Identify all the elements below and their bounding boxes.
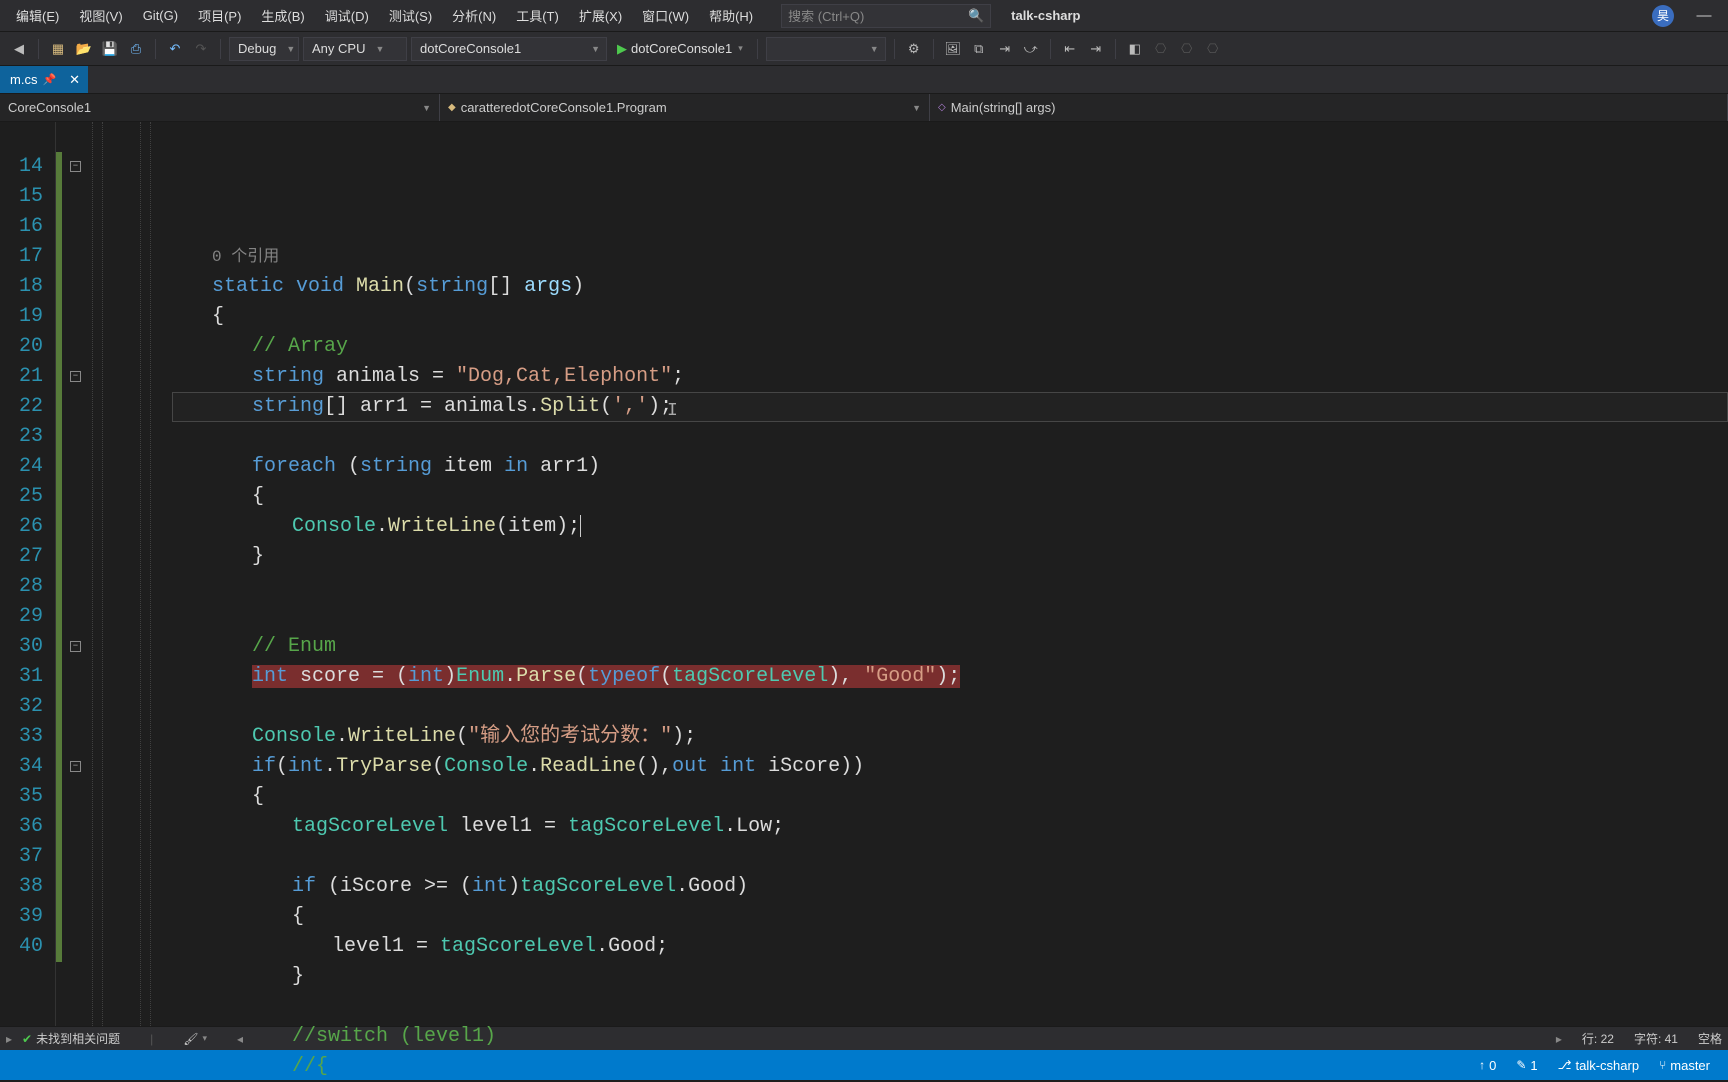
class-icon: ◆ (448, 102, 456, 113)
code-line[interactable]: } (172, 962, 1728, 992)
menubar: 编辑(E)视图(V)Git(G)项目(P)生成(B)调试(D)测试(S)分析(N… (0, 0, 1728, 32)
code-line[interactable]: // Enum (172, 632, 1728, 662)
fold-toggle[interactable]: − (70, 641, 81, 652)
startup-project-combo[interactable]: dotCoreConsole1▼ (411, 37, 607, 61)
tool-icon-4[interactable]: ⎔ (1201, 37, 1225, 61)
platform-combo[interactable]: Any CPU▼ (303, 37, 407, 61)
info-arrow-icon[interactable]: ▸ (6, 1032, 12, 1046)
tool-icon-2[interactable]: ⎔ (1149, 37, 1173, 61)
fold-column: − − − − (62, 122, 92, 1026)
solution-name: talk-csharp (1011, 8, 1080, 23)
indent-right-icon[interactable]: ⇥ (1084, 37, 1108, 61)
bookmark-icon[interactable]: ◧ (1123, 37, 1147, 61)
indent-guides (92, 122, 172, 1026)
tab-filename: m.cs (10, 72, 37, 87)
code-line[interactable]: Console.WriteLine(item); (172, 512, 1728, 542)
back-button[interactable]: ◀ (7, 37, 31, 61)
process-combo[interactable]: ▼ (766, 37, 886, 61)
project-nav[interactable]: CoreConsole1▼ (0, 94, 440, 121)
text-cursor-icon: I (667, 396, 678, 426)
menu-item[interactable]: 分析(N) (442, 0, 506, 31)
code-line[interactable] (172, 602, 1728, 632)
code-line[interactable]: string[] arr1 = animals.Split(','); (172, 392, 1728, 422)
menu-item[interactable]: 项目(P) (188, 0, 251, 31)
code-line[interactable]: //switch (level1) (172, 1022, 1728, 1052)
code-line[interactable]: // Array (172, 332, 1728, 362)
method-icon: ◇ (938, 102, 946, 113)
code-line[interactable] (172, 842, 1728, 872)
code-line[interactable]: if(int.TryParse(Console.ReadLine(),out i… (172, 752, 1728, 782)
pin-icon[interactable]: 📌 (42, 73, 56, 86)
code-line[interactable]: { (172, 782, 1728, 812)
search-box[interactable]: 搜索 (Ctrl+Q) 🔍 (781, 4, 991, 28)
method-nav[interactable]: ◇ Main(string[] args) (930, 94, 1728, 121)
menu-item[interactable]: 视图(V) (69, 0, 132, 31)
code-line[interactable] (172, 572, 1728, 602)
menu-item[interactable]: 帮助(H) (699, 0, 763, 31)
step-over-icon[interactable]: ⤻ (1019, 37, 1043, 61)
layout-icon[interactable]: ⧉ (967, 37, 991, 61)
code-line[interactable]: { (172, 902, 1728, 932)
fold-toggle[interactable]: − (70, 761, 81, 772)
undo-button[interactable]: ↶ (163, 37, 187, 61)
saveall-button[interactable]: ⎙ (124, 37, 148, 61)
image-icon[interactable]: 🖼 (941, 37, 965, 61)
fold-toggle[interactable]: − (70, 161, 81, 172)
config-combo[interactable]: Debug▼ (229, 37, 299, 61)
menu-item[interactable]: 窗口(W) (632, 0, 699, 31)
tool-icon-3[interactable]: ⎔ (1175, 37, 1199, 61)
menu-item[interactable]: Git(G) (133, 0, 188, 31)
code-line[interactable]: { (172, 302, 1728, 332)
tool-icon-1[interactable]: ⚙ (902, 37, 926, 61)
code-line[interactable]: 0 个引用 (172, 242, 1728, 272)
code-line[interactable]: int score = (int)Enum.Parse(typeof(tagSc… (172, 662, 1728, 692)
search-placeholder: 搜索 (Ctrl+Q) (788, 6, 864, 25)
redo-button[interactable]: ↷ (189, 37, 213, 61)
code-line[interactable]: level1 = tagScoreLevel.Good; (172, 932, 1728, 962)
open-button[interactable]: 📂 (72, 37, 96, 61)
code-editor[interactable]: 1415161718192021222324252627282930313233… (0, 122, 1728, 1026)
save-button[interactable]: 💾 (98, 37, 122, 61)
menu-item[interactable]: 调试(D) (315, 0, 379, 31)
step-icon[interactable]: ⇥ (993, 37, 1017, 61)
menu-item[interactable]: 扩展(X) (569, 0, 632, 31)
code-line[interactable]: { (172, 482, 1728, 512)
line-gutter: 1415161718192021222324252627282930313233… (0, 122, 56, 1026)
menu-item[interactable]: 编辑(E) (6, 0, 69, 31)
code-line[interactable] (172, 992, 1728, 1022)
code-line[interactable]: tagScoreLevel level1 = tagScoreLevel.Low… (172, 812, 1728, 842)
file-tab[interactable]: m.cs 📌 ✕ (0, 66, 88, 93)
navbar: CoreConsole1▼ ◆ carattere dotCoreConsole… (0, 94, 1728, 122)
code-line[interactable]: static void Main(string[] args) (172, 272, 1728, 302)
new-button[interactable]: ▦ (46, 37, 70, 61)
ok-icon: ✔ (22, 1032, 32, 1046)
search-icon: 🔍 (968, 8, 984, 24)
minimize-button[interactable]: — (1686, 7, 1722, 24)
code-line[interactable]: //{ (172, 1052, 1728, 1082)
fold-toggle[interactable]: − (70, 371, 81, 382)
code-line[interactable] (172, 422, 1728, 452)
issues-message: 未找到相关问题 (36, 1030, 120, 1047)
code-line[interactable]: foreach (string item in arr1) (172, 452, 1728, 482)
toolbar: ◀ ▦ 📂 💾 ⎙ ↶ ↷ Debug▼ Any CPU▼ dotCoreCon… (0, 32, 1728, 66)
code-area[interactable]: I 0 个引用static void Main(string[] args){/… (172, 122, 1728, 1026)
indent-left-icon[interactable]: ⇤ (1058, 37, 1082, 61)
menu-item[interactable]: 生成(B) (251, 0, 314, 31)
code-line[interactable] (172, 692, 1728, 722)
class-nav[interactable]: ◆ carattere dotCoreConsole1.Program▼ (440, 94, 930, 121)
code-line[interactable]: } (172, 542, 1728, 572)
code-line[interactable]: string animals = "Dog,Cat,Elephont"; (172, 362, 1728, 392)
code-line[interactable]: if (iScore >= (int)tagScoreLevel.Good) (172, 872, 1728, 902)
menu-item[interactable]: 工具(T) (506, 0, 569, 31)
play-icon: ▶ (617, 41, 627, 57)
avatar[interactable]: 昊 (1652, 5, 1674, 27)
close-icon[interactable]: ✕ (65, 72, 84, 88)
tabbar: m.cs 📌 ✕ (0, 66, 1728, 94)
menu-item[interactable]: 测试(S) (379, 0, 442, 31)
code-line[interactable]: Console.WriteLine("输入您的考试分数："); (172, 722, 1728, 752)
start-debug-button[interactable]: ▶ dotCoreConsole1 ▾ (611, 37, 749, 61)
